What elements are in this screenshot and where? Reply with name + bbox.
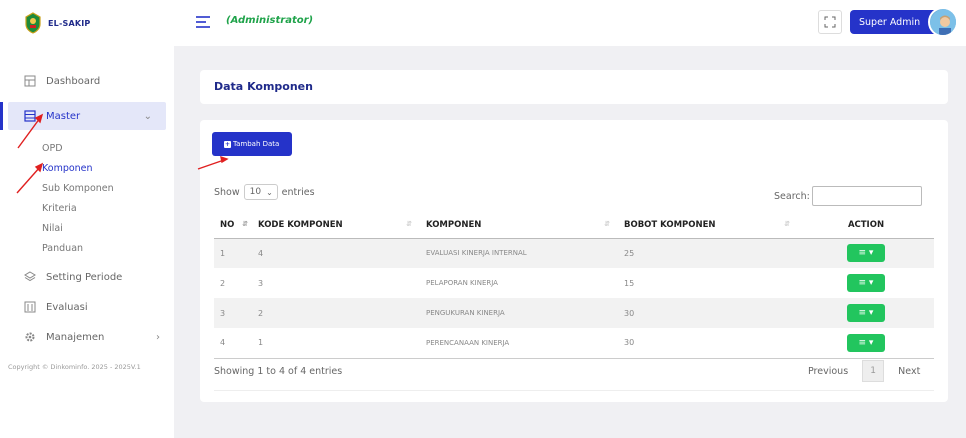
sort-icon: ⇵ bbox=[604, 220, 610, 228]
hamburger-menu-icon[interactable] bbox=[196, 16, 210, 28]
table-header-row: NO ⇵ KODE KOMPONEN ⇵ KOMPONEN ⇵ BOBOT KOMPO… bbox=[214, 212, 934, 239]
sidebar-subitem-panduan[interactable]: Panduan bbox=[0, 238, 174, 258]
action-menu-button[interactable]: ≡ ▾ bbox=[847, 333, 885, 352]
plus-icon: + bbox=[224, 140, 231, 148]
sidebar-item-evaluasi[interactable]: Evaluasi bbox=[0, 292, 174, 322]
cell-no: 4 bbox=[220, 338, 226, 348]
table-row: 4 1 PERENCANAAN KINERJA 30 ≡ ▾ bbox=[214, 328, 934, 358]
chevron-right-icon: › bbox=[156, 331, 160, 343]
search-input[interactable] bbox=[811, 186, 922, 206]
sidebar-item-label: Master bbox=[46, 110, 81, 122]
cell-bobot: 30 bbox=[618, 298, 798, 328]
cell-no: 2 bbox=[220, 278, 226, 288]
entries-select[interactable]: 10 ⌄ bbox=[243, 184, 278, 200]
sidebar-item-label: Manajemen bbox=[46, 331, 105, 343]
search-control: Search: bbox=[774, 186, 922, 206]
table-row: 2 3 PELAPORAN KINERJA 15 ≡ ▾ bbox=[214, 268, 934, 298]
sidebar-subitem-sub-komponen[interactable]: Sub Komponen bbox=[0, 178, 174, 198]
table-row: 1 4 EVALUASI KINERJA INTERNAL 25 ≡ ▾ bbox=[214, 238, 934, 268]
column-header-no[interactable]: NO ⇵ bbox=[214, 212, 252, 239]
entries-value: 10 bbox=[249, 187, 262, 197]
action-menu-button[interactable]: ≡ ▾ bbox=[847, 304, 885, 322]
sidebar-item-setting-periode[interactable]: Setting Periode bbox=[0, 262, 174, 292]
topbar: (Administrator) Super Admin bbox=[174, 0, 966, 46]
chevron-down-icon: ⌄ bbox=[266, 187, 273, 197]
page-number-button[interactable]: 1 bbox=[862, 360, 885, 382]
avatar[interactable] bbox=[928, 7, 958, 37]
cell-komponen: PELAPORAN KINERJA bbox=[426, 279, 498, 287]
cell-bobot: 25 bbox=[618, 238, 798, 268]
cell-kode: 4 bbox=[252, 238, 420, 268]
cell-action: ≡ ▾ bbox=[798, 298, 934, 328]
cell-kode: 3 bbox=[258, 278, 264, 288]
table-info: Showing 1 to 4 of 4 entries bbox=[214, 366, 343, 377]
entries-length-control: Show 10 ⌄ entries bbox=[214, 184, 315, 200]
role-label: (Administrator) bbox=[226, 15, 314, 26]
copyright: Copyright © Dinkominfo. 2025 - 2025V.1 bbox=[8, 363, 141, 371]
sidebar-item-label: Dashboard bbox=[46, 75, 101, 87]
column-header-kode[interactable]: KODE KOMPONEN ⇵ bbox=[252, 212, 420, 239]
komponen-table: NO ⇵ KODE KOMPONEN ⇵ KOMPONEN ⇵ BOBOT KOMPO… bbox=[214, 212, 934, 359]
layers-icon bbox=[24, 271, 36, 282]
cell-kode: 2 bbox=[252, 298, 420, 328]
sidebar-subitem-nilai[interactable]: Nilai bbox=[0, 218, 174, 238]
cell-action: ≡ ▾ bbox=[798, 268, 934, 298]
cell-komponen: PERENCANAAN KINERJA bbox=[426, 338, 510, 347]
sidebar-item-manajemen[interactable]: Manajemen › bbox=[0, 322, 174, 352]
cell-kode: 1 bbox=[258, 338, 264, 348]
cell-bobot: 30 bbox=[624, 338, 635, 348]
search-label: Search: bbox=[774, 190, 810, 202]
brand-name: EL-SAKIP bbox=[48, 18, 91, 28]
add-data-button[interactable]: + Tambah Data bbox=[212, 132, 292, 156]
master-icon bbox=[24, 110, 36, 122]
gear-icon bbox=[25, 332, 35, 342]
cell-komponen: EVALUASI KINERJA INTERNAL bbox=[420, 238, 618, 268]
sidebar-item-dashboard[interactable]: Dashboard bbox=[0, 66, 174, 96]
action-menu-button[interactable]: ≡ ▾ bbox=[847, 244, 885, 263]
fullscreen-icon bbox=[824, 16, 836, 28]
pagination: Previous 1 Next bbox=[808, 360, 920, 382]
page-title: Data Komponen bbox=[214, 80, 313, 93]
content-card: + Tambah Data Show 10 ⌄ entries Search: … bbox=[200, 120, 948, 402]
cell-bobot: 15 bbox=[624, 278, 635, 288]
previous-page-button[interactable]: Previous bbox=[808, 366, 848, 377]
chevron-down-icon: ⌄ bbox=[143, 110, 152, 122]
brand[interactable]: EL-SAKIP bbox=[24, 10, 90, 36]
title-card: Data Komponen bbox=[200, 70, 948, 104]
cell-komponen: PENGUKURAN KINERJA bbox=[420, 298, 618, 328]
sidebar-item-master[interactable]: Master ⌄ bbox=[0, 102, 166, 130]
sidebar-nav: Dashboard Master ⌄ OPD Komponen Sub Komp… bbox=[0, 66, 174, 352]
column-header-komponen[interactable]: KOMPONEN ⇵ bbox=[420, 212, 618, 239]
sort-icon: ⇵ bbox=[784, 220, 790, 228]
user-label: Super Admin bbox=[859, 16, 921, 28]
brand-logo-icon bbox=[25, 12, 41, 34]
sort-icon: ⇵ bbox=[406, 220, 412, 228]
horizontal-scrollbar[interactable] bbox=[214, 390, 934, 393]
cell-no: 3 bbox=[214, 298, 252, 328]
fullscreen-button[interactable] bbox=[818, 10, 842, 34]
evaluasi-icon bbox=[24, 301, 36, 313]
cell-action: ≡ ▾ bbox=[798, 328, 934, 358]
column-header-bobot[interactable]: BOBOT KOMPONEN ⇵ bbox=[618, 212, 798, 239]
sidebar-item-label: Setting Periode bbox=[46, 271, 123, 283]
sidebar-subitem-opd[interactable]: OPD bbox=[0, 138, 174, 158]
add-data-label: Tambah Data bbox=[233, 140, 280, 148]
column-header-action: ACTION bbox=[798, 212, 934, 239]
sort-desc-icon: ⇵ bbox=[242, 220, 248, 228]
next-page-button[interactable]: Next bbox=[898, 366, 920, 377]
entries-label: entries bbox=[281, 186, 315, 198]
show-label: Show bbox=[214, 186, 240, 198]
sidebar-subitem-kriteria[interactable]: Kriteria bbox=[0, 198, 174, 218]
user-avatar-icon bbox=[930, 9, 956, 35]
sidebar-item-label: Evaluasi bbox=[46, 301, 88, 313]
table-row: 3 2 PENGUKURAN KINERJA 30 ≡ ▾ bbox=[214, 298, 934, 328]
cell-action: ≡ ▾ bbox=[798, 238, 934, 268]
action-menu-button[interactable]: ≡ ▾ bbox=[847, 274, 885, 292]
sidebar: EL-SAKIP Dashboard Master ⌄ OPD Komponen… bbox=[0, 0, 174, 438]
sidebar-subitem-komponen[interactable]: Komponen bbox=[0, 158, 174, 178]
cell-no: 1 bbox=[214, 238, 252, 268]
dashboard-icon bbox=[24, 75, 36, 87]
